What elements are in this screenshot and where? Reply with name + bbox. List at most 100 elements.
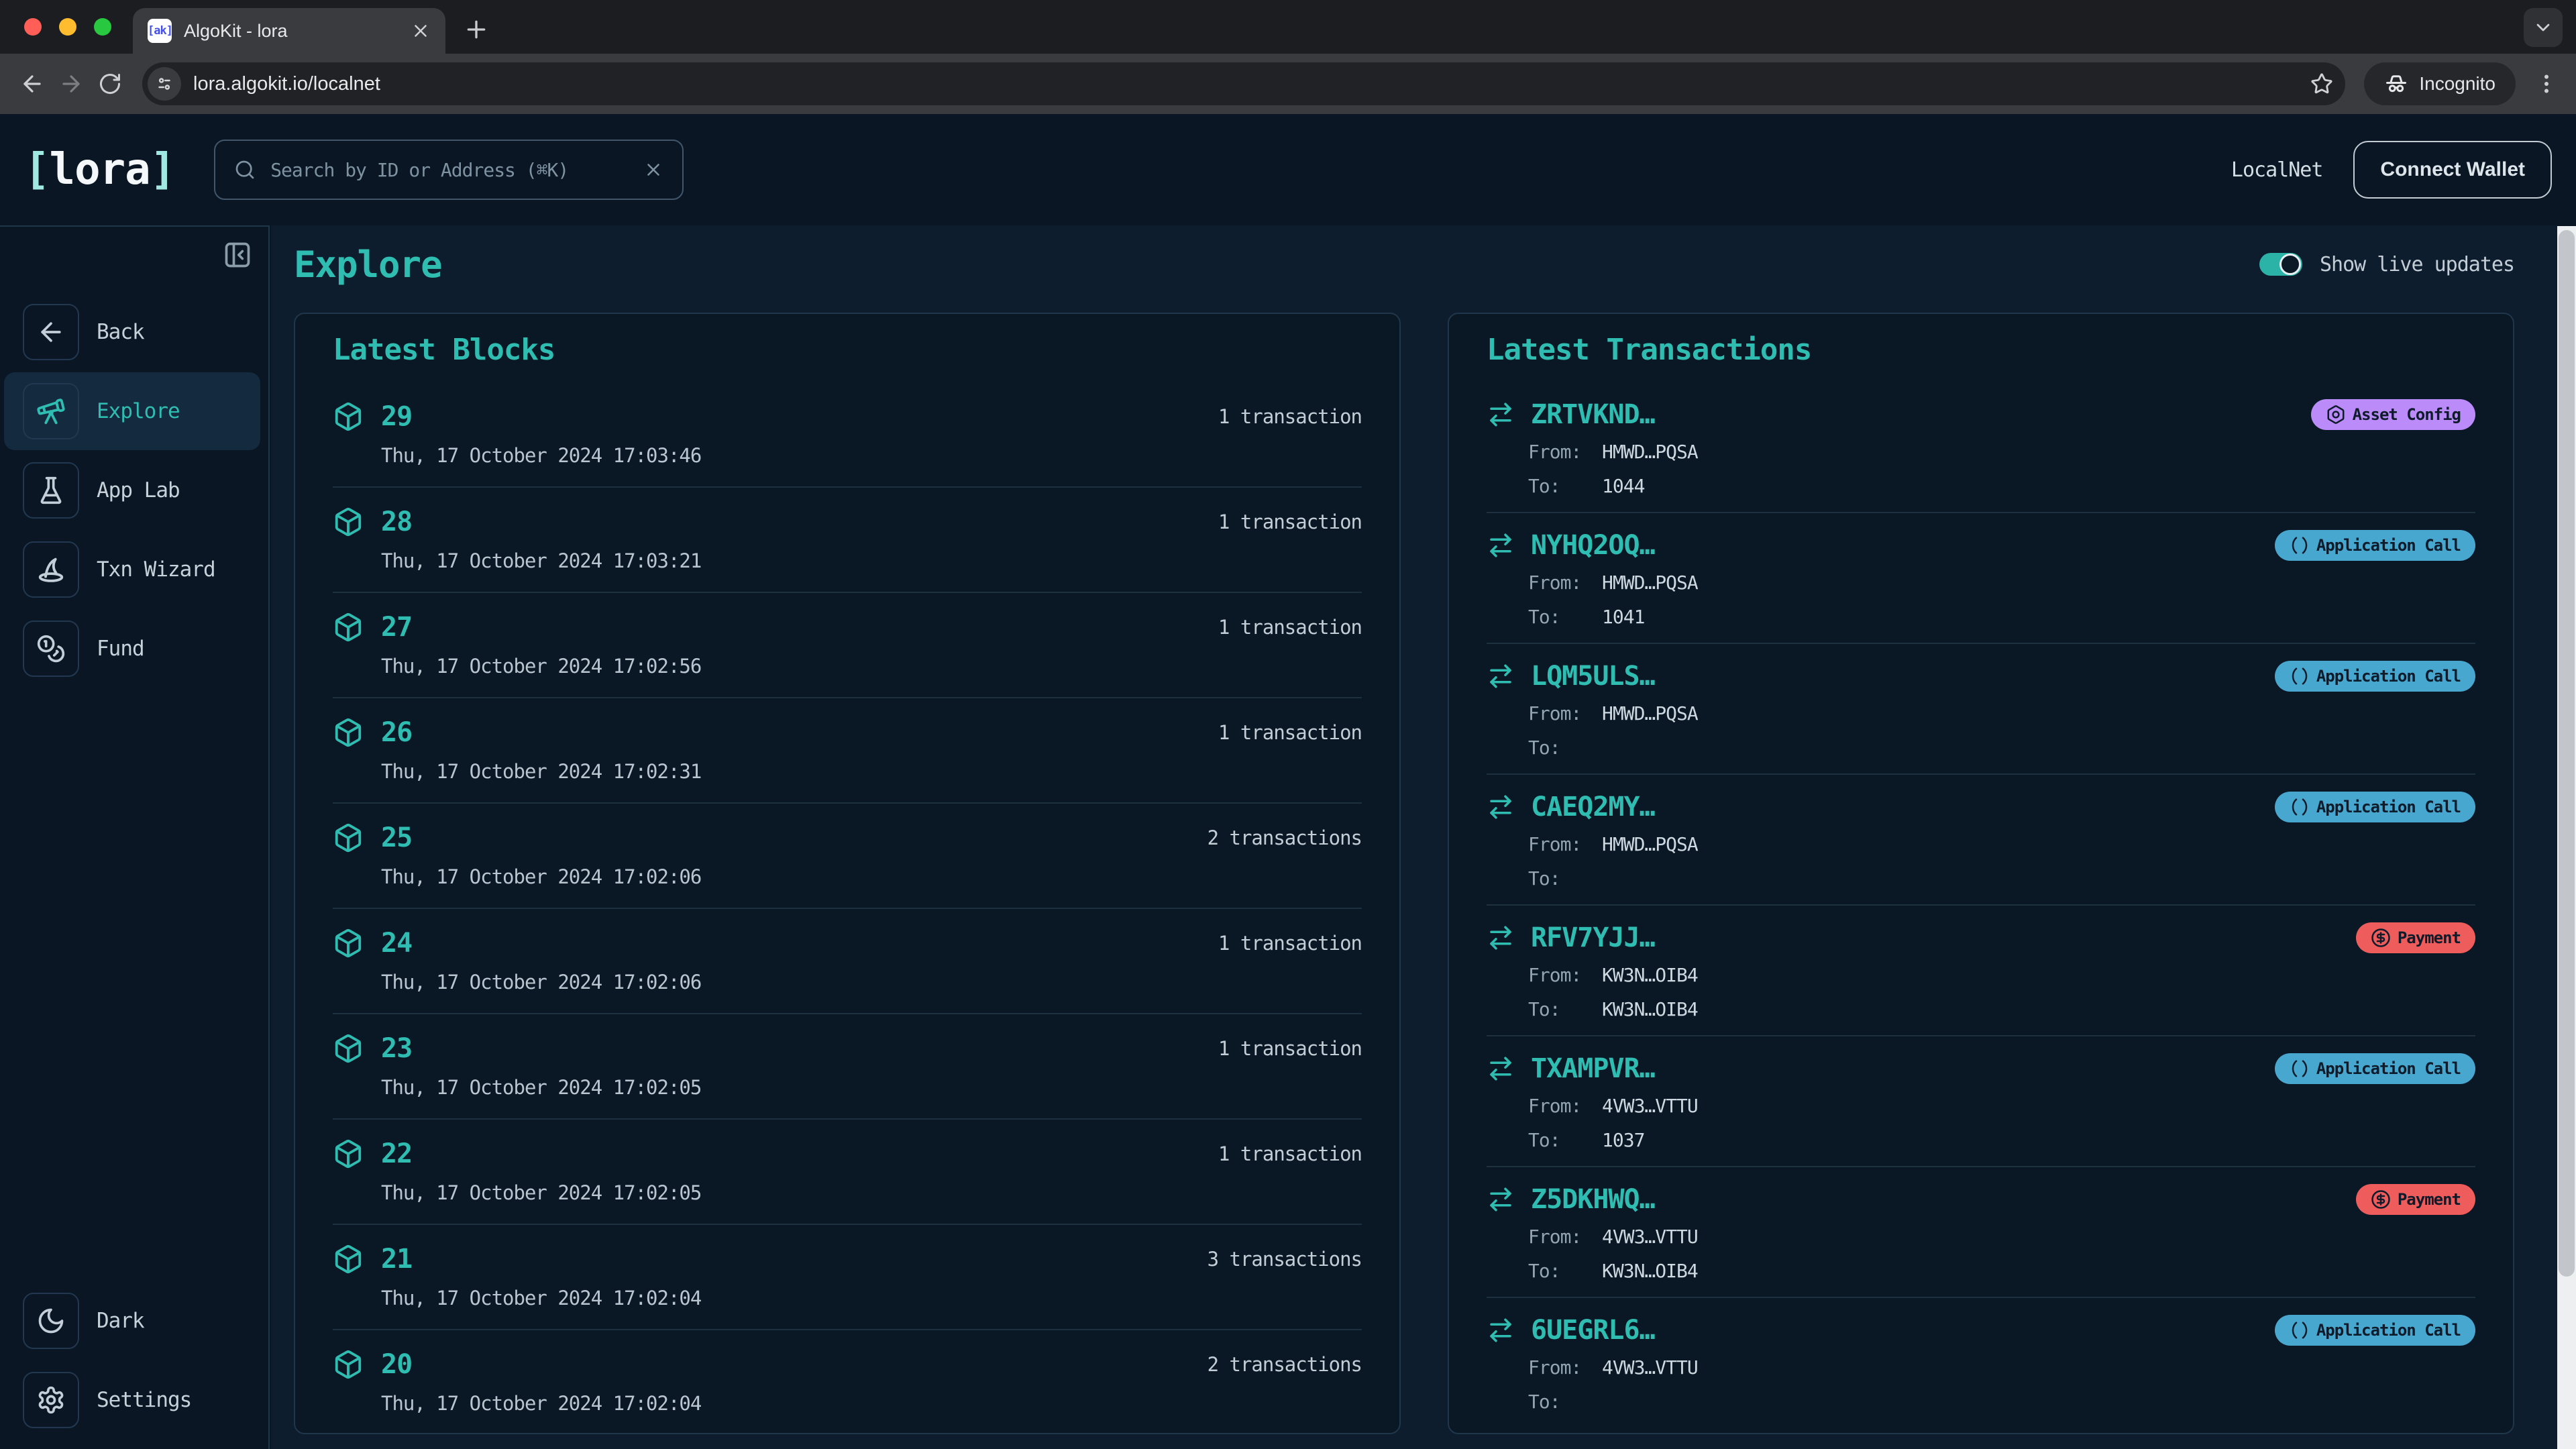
tab-close-icon[interactable] — [411, 21, 431, 41]
transaction-type-icon — [2292, 798, 2308, 816]
block-transaction-count: 1 transaction — [1218, 405, 1362, 428]
page-title: Explore — [294, 243, 443, 286]
from-label: From: — [1528, 702, 1582, 724]
block-row: 23 1 transaction Thu, 17 October 2024 17… — [333, 1014, 1362, 1120]
browser-chrome: [ak] AlgoKit - lora lora.algokit.io/loca… — [0, 0, 2576, 114]
url-text[interactable]: lora.algokit.io/localnet — [193, 73, 2298, 95]
block-number-link[interactable]: 21 — [381, 1244, 413, 1275]
transaction-type-icon — [2327, 405, 2345, 424]
tab-strip: [ak] AlgoKit - lora — [0, 0, 2576, 54]
transaction-arrows-icon — [1487, 1185, 1515, 1214]
live-updates-toggle[interactable] — [2259, 253, 2302, 276]
transactions-list: ZRTVKND… Asset Config From: HMWD…PQSA To… — [1487, 382, 2475, 1428]
block-number-link[interactable]: 20 — [381, 1349, 413, 1380]
block-transaction-count: 2 transactions — [1207, 826, 1362, 849]
transaction-row: ZRTVKND… Asset Config From: HMWD…PQSA To… — [1487, 382, 2475, 513]
tab-favicon: [ak] — [148, 19, 173, 43]
block-row: 25 2 transactions Thu, 17 October 2024 1… — [333, 804, 1362, 909]
to-label: To: — [1528, 1129, 1561, 1151]
sidebar-item-theme-dark[interactable]: Dark — [4, 1282, 260, 1360]
app-header: [lora] Search by ID or Address (⌘K) Loca… — [0, 114, 2576, 225]
connect-wallet-button[interactable]: Connect Wallet — [2353, 141, 2552, 199]
transaction-id-link[interactable]: ZRTVKND… — [1531, 399, 1656, 430]
from-value[interactable]: 4VW3…VTTU — [1602, 1093, 1699, 1119]
toggle-knob — [2279, 254, 2301, 275]
block-number-link[interactable]: 27 — [381, 612, 413, 643]
transaction-id-link[interactable]: TXAMPVR… — [1531, 1053, 1656, 1084]
transaction-id-link[interactable]: 6UEGRL6… — [1531, 1315, 1656, 1346]
bookmark-star-icon[interactable] — [2310, 72, 2333, 95]
to-value[interactable]: 1037 — [1602, 1128, 1645, 1153]
sidebar-collapse-icon[interactable] — [223, 240, 252, 270]
block-number-link[interactable]: 24 — [381, 928, 413, 959]
forward-nav-icon[interactable] — [56, 69, 86, 99]
search-input[interactable]: Search by ID or Address (⌘K) — [214, 140, 684, 200]
from-value[interactable]: 4VW3…VTTU — [1602, 1355, 1699, 1381]
new-tab-button[interactable] — [463, 16, 490, 43]
block-row: 24 1 transaction Thu, 17 October 2024 17… — [333, 909, 1362, 1014]
window-controls[interactable] — [0, 18, 111, 36]
maximize-window-button[interactable] — [94, 18, 111, 36]
from-value[interactable]: HMWD…PQSA — [1602, 570, 1699, 596]
transaction-id-link[interactable]: LQM5ULS… — [1531, 661, 1656, 692]
browser-menu-icon[interactable] — [2534, 72, 2559, 96]
from-label: From: — [1528, 1356, 1582, 1379]
transaction-id-link[interactable]: NYHQ2OQ… — [1531, 530, 1656, 561]
block-timestamp: Thu, 17 October 2024 17:02:05 — [381, 1181, 702, 1204]
scrollbar-thumb[interactable] — [2559, 230, 2575, 1277]
sidebar-item-back[interactable]: Back — [4, 293, 260, 371]
block-transaction-count: 3 transactions — [1207, 1248, 1362, 1271]
sidebar-item-txn-wizard[interactable]: Txn Wizard — [4, 531, 260, 608]
sidebar-item-settings[interactable]: Settings — [4, 1361, 260, 1439]
sidebar-item-explore[interactable]: Explore — [4, 372, 260, 450]
minimize-window-button[interactable] — [59, 18, 76, 36]
search-clear-icon[interactable] — [643, 160, 663, 180]
block-number-link[interactable]: 29 — [381, 401, 413, 432]
from-value[interactable]: HMWD…PQSA — [1602, 439, 1699, 465]
block-number-link[interactable]: 28 — [381, 506, 413, 537]
block-number-link[interactable]: 25 — [381, 822, 413, 853]
to-value[interactable]: 1044 — [1602, 474, 1645, 499]
main-content: Explore Show live updates Latest Blocks … — [271, 225, 2557, 1449]
to-value[interactable]: 1041 — [1602, 604, 1645, 630]
block-number-link[interactable]: 23 — [381, 1033, 413, 1064]
from-value[interactable]: HMWD…PQSA — [1602, 701, 1699, 727]
from-label: From: — [1528, 441, 1582, 463]
sidebar-item-app-lab[interactable]: App Lab — [4, 451, 260, 529]
close-window-button[interactable] — [24, 18, 42, 36]
sidebar: Back Explore App Lab Txn Wizard Fund Dar… — [0, 225, 270, 1449]
tab-title: AlgoKit - lora — [184, 20, 288, 41]
network-label[interactable]: LocalNet — [2231, 158, 2323, 182]
block-timestamp: Thu, 17 October 2024 17:02:05 — [381, 1076, 702, 1099]
reload-icon[interactable] — [95, 69, 125, 99]
blocks-list: 29 1 transaction Thu, 17 October 2024 17… — [333, 382, 1362, 1433]
transaction-type-icon — [2371, 1190, 2390, 1209]
to-label: To: — [1528, 737, 1561, 759]
from-value[interactable]: 4VW3…VTTU — [1602, 1224, 1699, 1250]
transaction-type-icon — [2292, 667, 2308, 685]
transaction-id-link[interactable]: RFV7YJJ… — [1531, 922, 1656, 953]
block-transaction-count: 1 transaction — [1218, 616, 1362, 639]
block-cube-icon — [333, 822, 364, 853]
transaction-arrows-icon — [1487, 662, 1515, 690]
transaction-type-badge: Application Call — [2274, 530, 2475, 561]
url-bar[interactable]: lora.algokit.io/localnet — [142, 62, 2346, 105]
sidebar-item-fund[interactable]: Fund — [4, 610, 260, 688]
from-label: From: — [1528, 572, 1582, 594]
block-number-link[interactable]: 26 — [381, 717, 413, 748]
page-scrollbar[interactable] — [2557, 226, 2576, 1449]
from-label: From: — [1528, 833, 1582, 855]
to-value[interactable]: KW3N…OIB4 — [1602, 1258, 1699, 1284]
to-value[interactable]: KW3N…OIB4 — [1602, 997, 1699, 1022]
transaction-arrows-icon — [1487, 400, 1515, 429]
from-value[interactable]: KW3N…OIB4 — [1602, 963, 1699, 988]
block-number-link[interactable]: 22 — [381, 1138, 413, 1169]
transaction-id-link[interactable]: Z5DKHWQ… — [1531, 1184, 1656, 1215]
back-nav-icon[interactable] — [17, 69, 47, 99]
from-value[interactable]: HMWD…PQSA — [1602, 832, 1699, 857]
lora-logo[interactable]: [lora] — [24, 145, 176, 195]
tab-search-chevron-button[interactable] — [2524, 8, 2563, 47]
transaction-id-link[interactable]: CAEQ2MY… — [1531, 792, 1656, 822]
site-settings-icon[interactable] — [148, 67, 181, 101]
browser-tab[interactable]: [ak] AlgoKit - lora — [133, 8, 445, 54]
